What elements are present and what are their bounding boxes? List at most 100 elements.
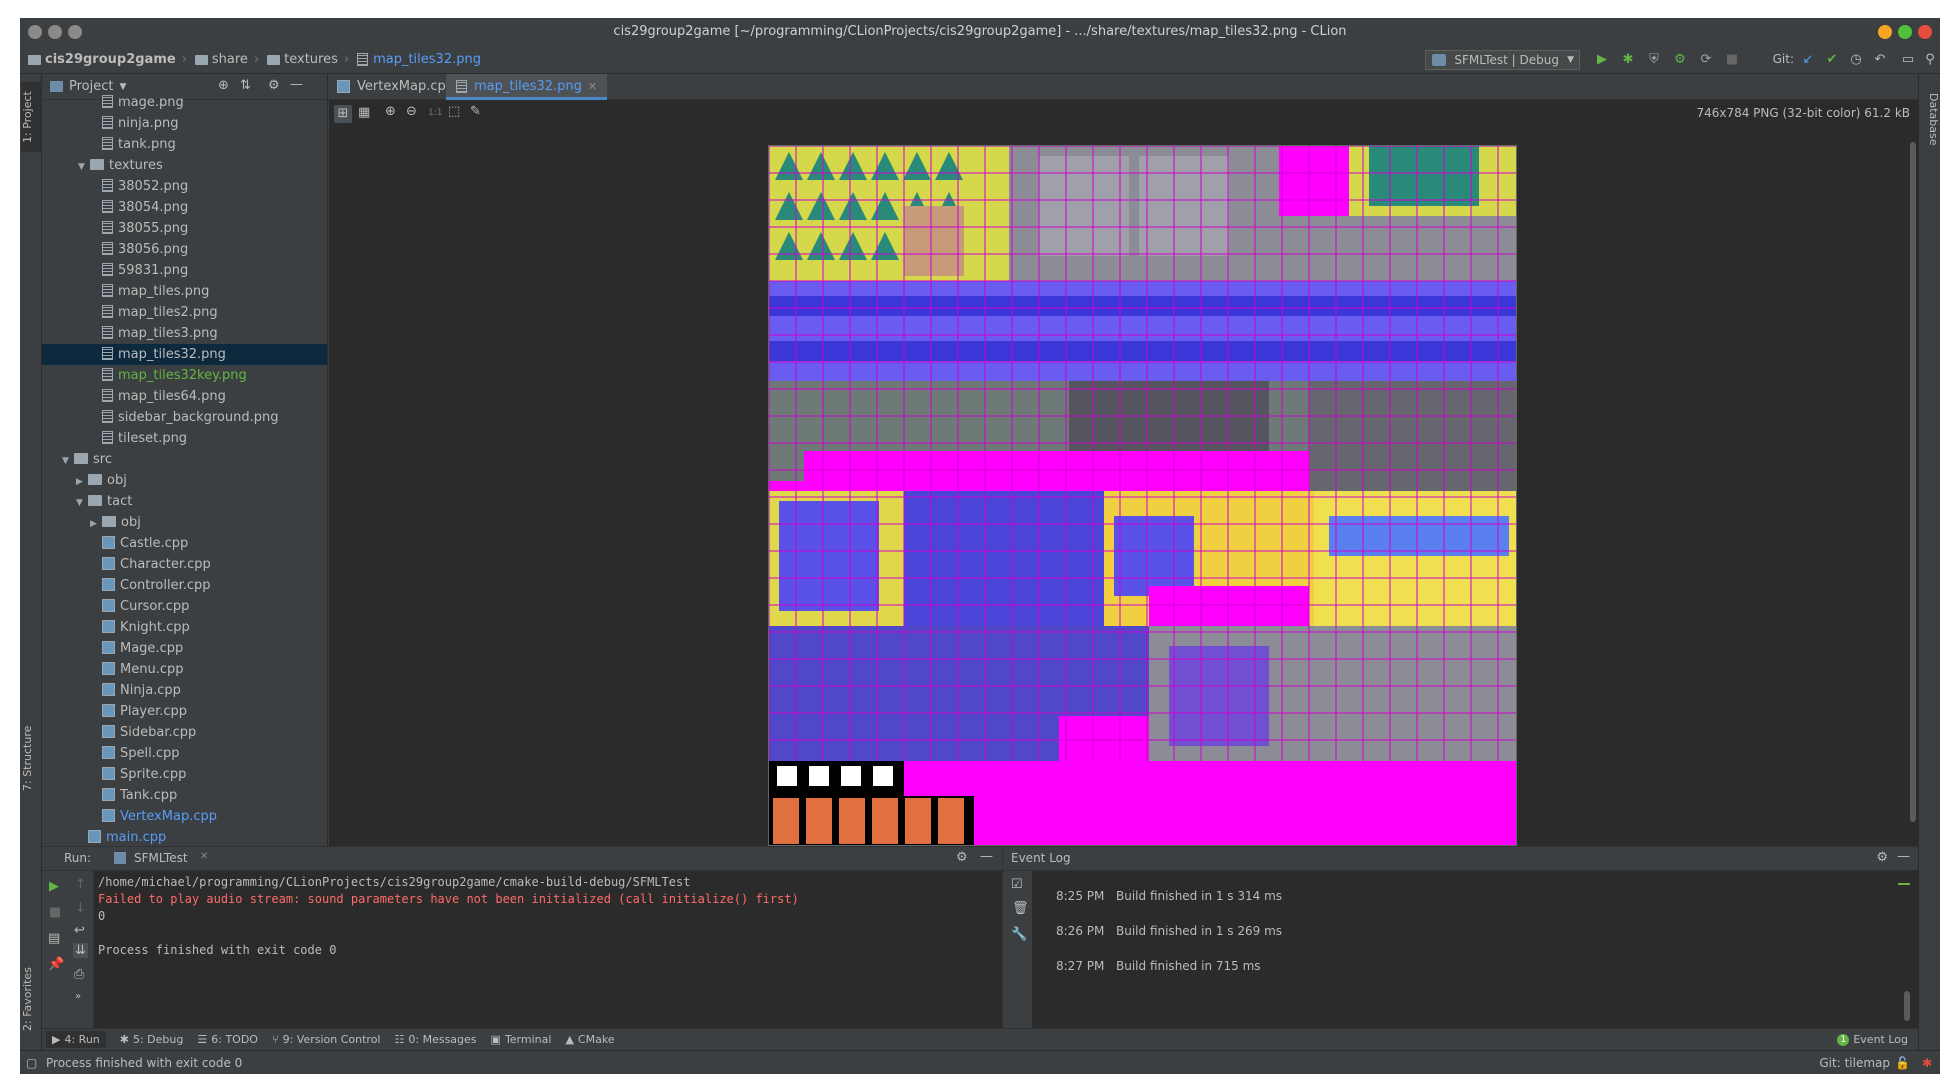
run-configuration-select[interactable]: SFMLTest | Debug ▼: [1425, 50, 1580, 70]
run-tab-sfmltest[interactable]: SFMLTest: [134, 851, 188, 865]
git-revert-icon[interactable]: ↶: [1872, 52, 1888, 68]
tree-item[interactable]: Spell.cpp: [42, 743, 327, 764]
tree-item[interactable]: map_tiles32.png: [42, 344, 327, 365]
event-bug-icon[interactable]: ✱: [1922, 1051, 1932, 1074]
collapse-all-icon[interactable]: ⇅: [240, 78, 251, 93]
tree-item[interactable]: Ninja.cpp: [42, 680, 327, 701]
settings-gear-icon[interactable]: ⚙: [956, 850, 968, 865]
window-maximize-mac-icon[interactable]: [68, 25, 82, 39]
tree-item[interactable]: Controller.cpp: [42, 575, 327, 596]
tree-item[interactable]: VertexMap.cpp: [42, 806, 327, 827]
rerun-icon[interactable]: ▶: [49, 879, 59, 894]
chessboard-icon[interactable]: ▦: [358, 105, 370, 120]
chevron-right-icon[interactable]: ▶: [76, 472, 88, 493]
tree-item[interactable]: tileset.png: [42, 428, 327, 449]
run-icon[interactable]: ▶: [1594, 52, 1610, 68]
git-history-icon[interactable]: ◷: [1848, 52, 1864, 68]
pin-icon[interactable]: 📌: [48, 957, 64, 972]
restore-layout-icon[interactable]: ▤: [48, 931, 60, 946]
status-toggle-icon[interactable]: ▢: [26, 1051, 37, 1074]
more-icon[interactable]: »: [75, 991, 81, 1002]
fit-zoom-icon[interactable]: ⬚: [448, 104, 460, 119]
close-tab-icon[interactable]: ✕: [200, 851, 208, 862]
minimize-icon[interactable]: [1878, 25, 1892, 39]
tree-item[interactable]: Mage.cpp: [42, 638, 327, 659]
close-icon[interactable]: [1918, 25, 1932, 39]
tree-item[interactable]: 38052.png: [42, 176, 327, 197]
tool-window-messages[interactable]: ☷ 0: Messages: [395, 1033, 477, 1046]
lock-icon[interactable]: 🔓: [1895, 1051, 1910, 1074]
tree-item[interactable]: map_tiles.png: [42, 281, 327, 302]
tree-item[interactable]: Castle.cpp: [42, 533, 327, 554]
tool-window-version-control[interactable]: ⑂ 9: Version Control: [272, 1033, 381, 1046]
breadcrumb-textures[interactable]: textures ›: [267, 52, 349, 67]
chevron-down-icon[interactable]: ▼: [76, 493, 88, 514]
hide-panel-icon[interactable]: —: [1897, 849, 1910, 864]
event-log-scrollbar[interactable]: [1904, 991, 1910, 1021]
tree-item[interactable]: main.cpp: [42, 827, 327, 846]
tool-tab-structure[interactable]: 7: Structure: [21, 718, 41, 798]
run-with-coverage-icon[interactable]: ⛨: [1646, 52, 1662, 68]
tree-item[interactable]: ▼ textures: [42, 155, 327, 178]
tree-item[interactable]: Player.cpp: [42, 701, 327, 722]
tool-tab-favorites[interactable]: 2: Favorites: [21, 954, 41, 1044]
tree-item[interactable]: Tank.cpp: [42, 785, 327, 806]
tree-item[interactable]: Menu.cpp: [42, 659, 327, 680]
git-branch-widget[interactable]: Git: tilemap: [1819, 1051, 1890, 1074]
stop-icon[interactable]: ■: [1724, 52, 1740, 68]
chevron-down-icon[interactable]: ▼: [78, 157, 90, 178]
window-close-mac-icon[interactable]: [28, 25, 42, 39]
tree-item[interactable]: map_tiles32key.png: [42, 365, 327, 386]
tree-item[interactable]: ▶ obj: [42, 470, 327, 493]
trash-icon[interactable]: 🗑: [1012, 901, 1029, 916]
print-icon[interactable]: ⎙: [74, 967, 84, 982]
mark-all-read-icon[interactable]: ☑: [1011, 877, 1023, 892]
down-arrow-icon[interactable]: ↓: [75, 901, 86, 916]
zoom-out-icon[interactable]: ⊖: [406, 104, 417, 119]
settings-gear-icon[interactable]: ⚙: [1876, 850, 1888, 865]
up-arrow-icon[interactable]: ↑: [75, 877, 86, 892]
tree-item[interactable]: 38056.png: [42, 239, 327, 260]
zoom-in-icon[interactable]: ⊕: [385, 104, 396, 119]
tree-item[interactable]: Cursor.cpp: [42, 596, 327, 617]
tree-item[interactable]: map_tiles2.png: [42, 302, 327, 323]
tree-item[interactable]: ninja.png: [42, 113, 327, 134]
editor-scrollbar[interactable]: [1910, 142, 1916, 822]
project-structure-icon[interactable]: ▭: [1900, 52, 1916, 68]
git-commit-icon[interactable]: ✔: [1824, 52, 1840, 68]
tree-item[interactable]: map_tiles3.png: [42, 323, 327, 344]
settings-gear-icon[interactable]: ⚙: [268, 78, 280, 93]
color-picker-icon[interactable]: ✎: [470, 104, 481, 119]
breadcrumb-project[interactable]: cis29group2game ›: [28, 52, 187, 67]
hide-panel-icon[interactable]: —: [290, 77, 303, 92]
chevron-right-icon[interactable]: ▶: [90, 514, 102, 535]
tool-window-debug[interactable]: ✱ 5: Debug: [120, 1033, 184, 1046]
tool-tab-database[interactable]: Database: [1920, 84, 1940, 154]
tree-item[interactable]: map_tiles64.png: [42, 386, 327, 407]
tree-item[interactable]: Character.cpp: [42, 554, 327, 575]
tree-item[interactable]: ▼ tact: [42, 491, 327, 514]
attach-debugger-icon[interactable]: ⟳: [1698, 52, 1714, 68]
run-console[interactable]: /home/michael/programming/CLionProjects/…: [98, 871, 998, 1029]
breadcrumb-share[interactable]: share ›: [194, 52, 259, 67]
tree-item[interactable]: Sidebar.cpp: [42, 722, 327, 743]
wrench-icon[interactable]: 🔧: [1011, 927, 1027, 942]
close-tab-icon[interactable]: ✕: [588, 80, 597, 93]
tool-window-terminal[interactable]: ▣ Terminal: [491, 1033, 552, 1046]
tree-item[interactable]: 38055.png: [42, 218, 327, 239]
actual-size-button[interactable]: 1:1: [428, 108, 442, 118]
tree-item[interactable]: ▼ src: [42, 449, 327, 470]
tree-item[interactable]: tank.png: [42, 134, 327, 155]
scroll-to-end-icon[interactable]: ⇊: [73, 943, 88, 958]
tool-window-run[interactable]: ▶ 4: Run: [46, 1031, 106, 1048]
chevron-down-icon[interactable]: ▼: [119, 82, 126, 92]
stop-icon[interactable]: ■: [49, 905, 61, 920]
tree-item[interactable]: ▶ obj: [42, 512, 327, 535]
locate-target-icon[interactable]: ⊕: [218, 78, 229, 93]
tool-window-todo[interactable]: ☰ 6: TODO: [197, 1033, 258, 1046]
tree-item[interactable]: 59831.png: [42, 260, 327, 281]
soft-wrap-icon[interactable]: ↩: [74, 923, 85, 938]
tree-item[interactable]: mage.png: [42, 92, 327, 113]
git-update-icon[interactable]: ↙: [1800, 52, 1816, 68]
search-icon[interactable]: ⚲: [1922, 52, 1938, 68]
